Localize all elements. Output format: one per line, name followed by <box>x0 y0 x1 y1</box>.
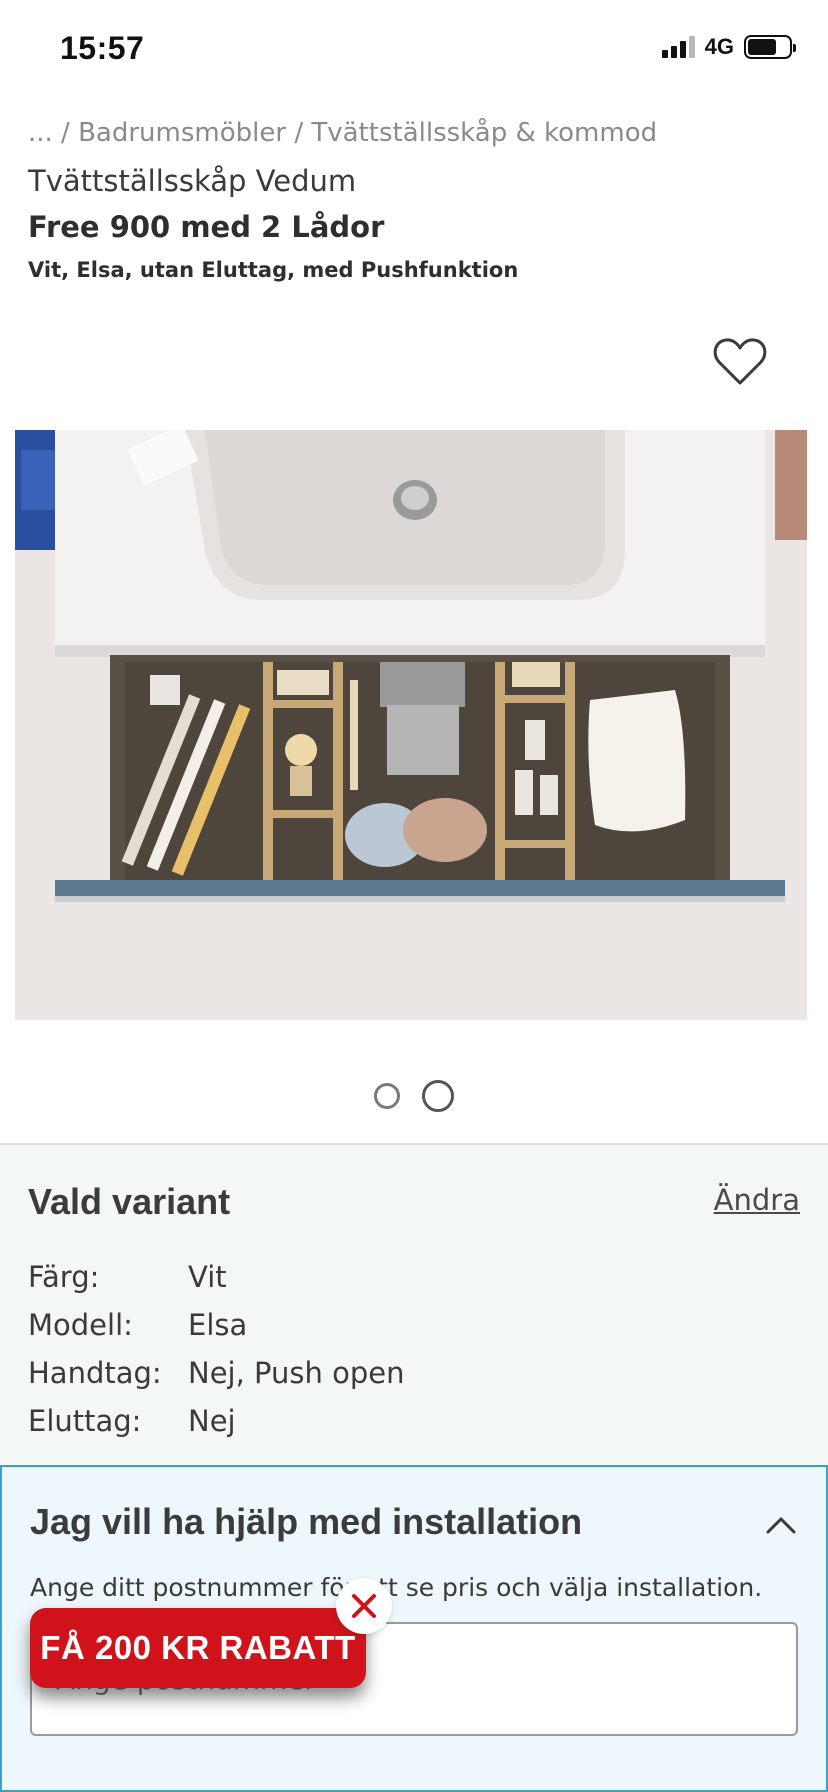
variant-title: Vald variant <box>28 1181 231 1222</box>
favorite-heart-icon[interactable] <box>712 336 768 388</box>
discount-promo-button[interactable]: FÅ 200 KR RABATT <box>30 1608 366 1688</box>
product-subtitle: Vit, Elsa, utan Eluttag, med Pushfunktio… <box>28 258 519 282</box>
battery-icon <box>744 35 796 59</box>
product-name: Free 900 med 2 Lådor <box>28 210 385 244</box>
status-bar: 15:57 4G <box>0 0 828 100</box>
carousel-dot-active[interactable] <box>422 1080 454 1112</box>
selected-variant-section: Vald variant Ändra Färg: Vit Modell: Els… <box>0 1143 828 1465</box>
variant-value: Nej <box>188 1404 236 1438</box>
close-icon <box>352 1594 376 1618</box>
variant-row-model: Modell: Elsa <box>28 1301 404 1349</box>
product-image[interactable] <box>15 430 807 1020</box>
variant-key: Eluttag: <box>28 1404 142 1438</box>
chevron-up-icon[interactable] <box>766 1515 796 1535</box>
variant-value: Elsa <box>188 1308 248 1342</box>
breadcrumb-category[interactable]: Badrumsmöbler <box>78 118 286 148</box>
close-promo-button[interactable] <box>336 1578 392 1634</box>
breadcrumb-subcategory[interactable]: Tvättställsskåp & kommod <box>311 118 657 148</box>
breadcrumb-separator: / <box>52 118 79 148</box>
variant-row-handle: Handtag: Nej, Push open <box>28 1349 404 1397</box>
variant-row-outlet: Eluttag: Nej <box>28 1397 404 1445</box>
status-indicators: 4G <box>661 34 796 60</box>
installation-description: Ange ditt postnummer för att se pris och… <box>30 1573 763 1602</box>
variant-key: Modell: <box>28 1308 133 1342</box>
variant-rows: Färg: Vit Modell: Elsa Handtag: Nej, Pus… <box>28 1253 404 1445</box>
network-label: 4G <box>704 34 734 59</box>
promo-label: FÅ 200 KR RABATT <box>40 1629 356 1666</box>
signal-icon <box>661 36 695 58</box>
change-variant-link[interactable]: Ändra <box>714 1183 800 1217</box>
variant-value: Nej, Push open <box>188 1356 405 1390</box>
product-brand-line: Tvättställsskåp Vedum <box>28 164 357 198</box>
variant-value: Vit <box>188 1260 227 1294</box>
variant-key: Handtag: <box>28 1356 162 1390</box>
breadcrumb-separator: / <box>286 118 312 148</box>
carousel-dots <box>0 1080 828 1112</box>
breadcrumb: ... / Badrumsmöbler / Tvättställsskåp & … <box>28 118 657 148</box>
variant-row-color: Färg: Vit <box>28 1253 404 1301</box>
installation-title[interactable]: Jag vill ha hjälp med installation <box>30 1501 582 1543</box>
carousel-dot[interactable] <box>374 1083 400 1109</box>
breadcrumb-ellipsis[interactable]: ... <box>28 118 53 148</box>
variant-key: Färg: <box>28 1260 100 1294</box>
status-time: 15:57 <box>60 30 145 66</box>
